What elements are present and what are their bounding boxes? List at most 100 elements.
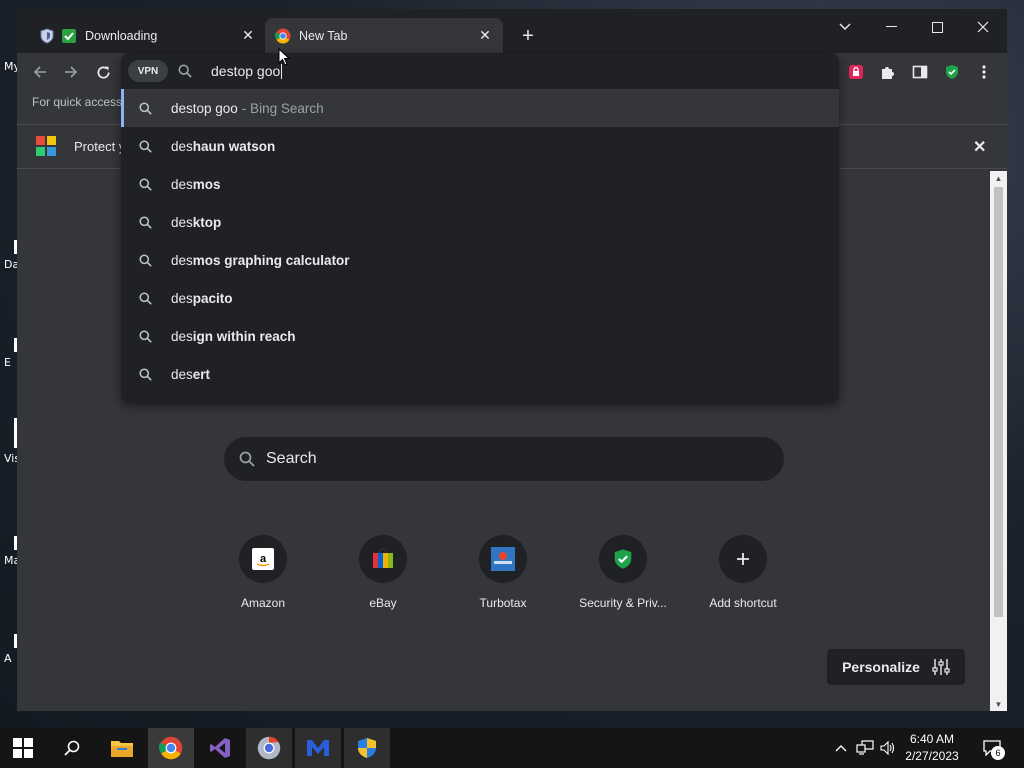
new-tab-button[interactable]: + <box>517 25 539 47</box>
amazon-icon: a <box>239 535 287 583</box>
minimize-button[interactable] <box>868 13 914 41</box>
suggestion-prefix: des <box>171 328 193 344</box>
search-icon <box>137 100 153 116</box>
volume-icon[interactable] <box>878 728 898 768</box>
clock[interactable]: 6:40 AM 2/27/2023 <box>896 731 968 765</box>
app-m-icon[interactable] <box>295 728 341 768</box>
windows-security-icon[interactable] <box>344 728 390 768</box>
chrome-taskbar-icon[interactable] <box>148 728 194 768</box>
personalize-button[interactable]: Personalize <box>827 649 965 685</box>
shortcut-turbotax[interactable]: Turbotax <box>447 535 559 610</box>
suggestion-item[interactable]: des ign within reach <box>121 317 839 355</box>
ntp-search-placeholder: Search <box>266 450 317 467</box>
chrome-variant-icon[interactable] <box>246 728 292 768</box>
shortcut-label: eBay <box>369 596 397 610</box>
search-icon <box>177 63 193 79</box>
address-input[interactable]: destop goo <box>211 63 280 79</box>
suggestion-completion: ktop <box>192 214 222 230</box>
suggestion-item[interactable]: des haun watson <box>121 127 839 165</box>
plus-icon <box>719 535 767 583</box>
search-icon[interactable] <box>49 728 95 768</box>
tab-new-tab[interactable]: New Tab ✕ <box>265 18 503 53</box>
suggestion-prefix: des <box>171 214 193 230</box>
search-icon <box>137 290 153 306</box>
tab-search-icon[interactable] <box>822 13 868 41</box>
mouse-cursor-icon <box>278 47 291 71</box>
shield-check-icon[interactable] <box>940 60 964 84</box>
colorful-app-icon <box>36 136 56 159</box>
search-icon <box>137 214 153 230</box>
ebay-icon <box>359 535 407 583</box>
search-icon <box>137 138 153 154</box>
close-window-button[interactable] <box>960 13 1006 41</box>
omnibox-dropdown: VPN destop goo destop goo - Bing Search … <box>121 53 839 402</box>
menu-dots-icon[interactable] <box>972 60 996 84</box>
taskbar: 6:40 AM 2/27/2023 6 <box>0 728 1024 768</box>
search-icon <box>137 176 153 192</box>
shield-check-icon <box>599 535 647 583</box>
tab-downloading[interactable]: Downloading ✕ <box>29 18 266 53</box>
close-icon[interactable]: ✕ <box>238 26 258 46</box>
ntp-search-box[interactable]: Search <box>224 437 784 481</box>
infobar-text: Protect y <box>74 139 126 154</box>
suggestion-source: - Bing Search <box>241 100 324 116</box>
vpn-badge[interactable]: VPN <box>128 60 168 82</box>
infobar-close-icon[interactable]: ✕ <box>973 137 986 157</box>
extension-lock-icon[interactable] <box>844 60 868 84</box>
shortcut-security[interactable]: Security & Priv... <box>567 535 679 610</box>
vertical-scrollbar[interactable]: ▲ ▼ <box>990 171 1007 711</box>
suggestion-item[interactable]: des ert <box>121 355 839 393</box>
close-icon[interactable]: ✕ <box>475 26 495 46</box>
suggestion-item[interactable]: des mos <box>121 165 839 203</box>
clock-time: 6:40 AM <box>909 732 955 746</box>
network-icon[interactable] <box>854 728 876 768</box>
search-icon <box>137 252 153 268</box>
suggestion-item[interactable]: des mos graphing calculator <box>121 241 839 279</box>
chevron-up-icon[interactable] <box>832 728 850 768</box>
shortcut-label: Turbotax <box>479 596 527 610</box>
svg-text:a: a <box>260 553 267 565</box>
personalize-label: Personalize <box>842 659 920 675</box>
back-button[interactable] <box>27 59 53 85</box>
scroll-thumb[interactable] <box>994 187 1003 617</box>
shortcut-label: Amazon <box>240 596 286 610</box>
notification-center-icon[interactable]: 6 <box>972 728 1012 768</box>
suggestion-item[interactable]: des ktop <box>121 203 839 241</box>
sliders-icon <box>932 658 950 676</box>
scroll-down-icon[interactable]: ▼ <box>990 697 1007 711</box>
suggestion-item[interactable]: des pacito <box>121 279 839 317</box>
suggestion-item[interactable]: destop goo - Bing Search <box>121 89 839 127</box>
puzzle-icon[interactable] <box>875 60 899 84</box>
shortcut-amazon[interactable]: a Amazon <box>207 535 319 610</box>
chrome-icon <box>275 28 291 44</box>
tab-title: New Tab <box>299 28 348 43</box>
suggestion-text: destop goo <box>171 100 238 116</box>
shortcut-add[interactable]: Add shortcut <box>687 535 799 610</box>
turbotax-icon <box>479 535 527 583</box>
shortcut-label: Security & Priv... <box>579 596 667 610</box>
suggestion-completion: ert <box>192 366 211 382</box>
suggestion-completion: pacito <box>192 290 233 306</box>
shield-icon <box>39 27 55 44</box>
suggestion-completion: mos graphing calculator <box>192 252 350 268</box>
address-bar[interactable]: VPN destop goo <box>121 53 839 89</box>
search-icon <box>238 450 256 468</box>
suggestion-completion: haun watson <box>192 138 276 154</box>
suggestion-prefix: des <box>171 252 193 268</box>
start-button[interactable] <box>0 728 46 768</box>
shortcut-ebay[interactable]: eBay <box>327 535 439 610</box>
check-box-icon <box>61 28 77 44</box>
side-panel-icon[interactable] <box>908 60 932 84</box>
suggestion-completion: ign within reach <box>192 328 296 344</box>
search-icon <box>137 328 153 344</box>
search-icon <box>137 366 153 382</box>
bookmarks-hint: For quick access, <box>32 95 126 109</box>
scroll-up-icon[interactable]: ▲ <box>990 171 1007 185</box>
visual-studio-icon[interactable] <box>197 728 243 768</box>
forward-button[interactable] <box>58 59 84 85</box>
clock-date: 2/27/2023 <box>905 749 959 763</box>
tab-title: Downloading <box>85 28 158 43</box>
reload-button[interactable] <box>90 59 116 85</box>
maximize-button[interactable] <box>914 13 960 41</box>
file-explorer-icon[interactable] <box>99 728 145 768</box>
